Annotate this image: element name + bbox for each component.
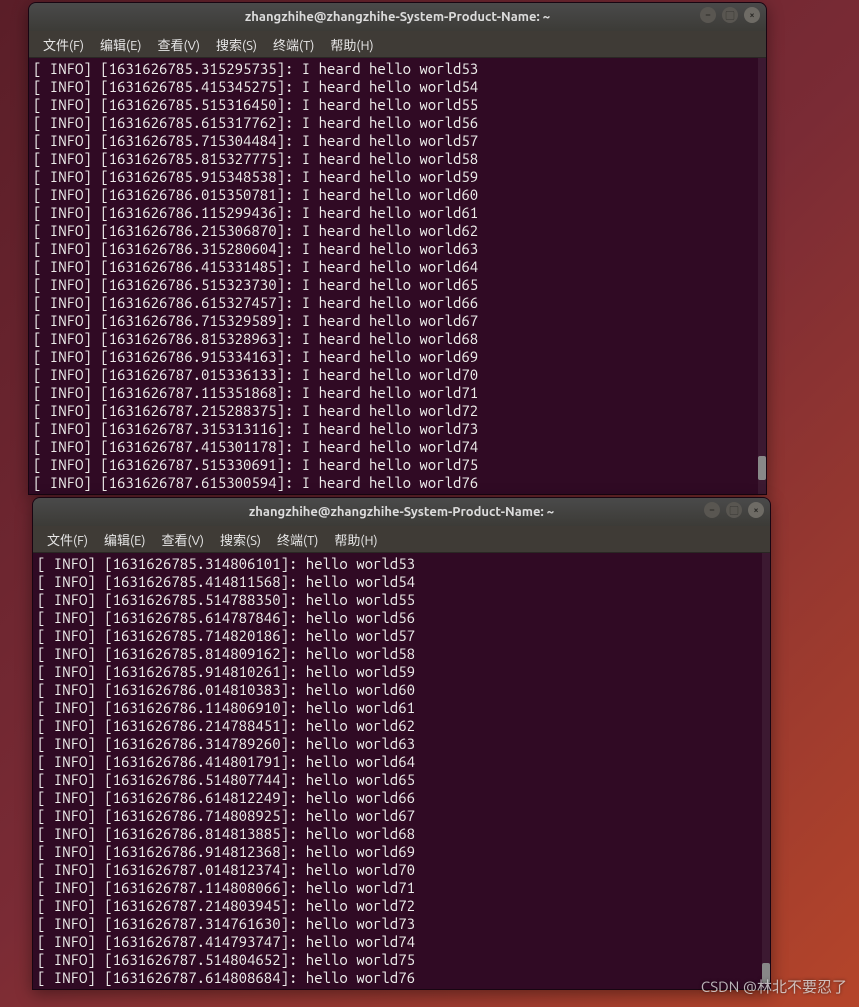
log-line: [ INFO] [1631626787.214803945]: hello wo… (37, 897, 766, 915)
titlebar[interactable]: zhangzhihe@zhangzhihe-System-Product-Nam… (29, 3, 766, 31)
log-line: [ INFO] [1631626787.014812374]: hello wo… (37, 861, 766, 879)
log-line: [ INFO] [1631626787.314761630]: hello wo… (37, 915, 766, 933)
log-line: [ INFO] [1631626787.114808066]: hello wo… (37, 879, 766, 897)
menu-edit[interactable]: 编辑(E) (92, 33, 149, 56)
log-line: [ INFO] [1631626786.115299436]: I heard … (33, 204, 762, 222)
close-button[interactable]: × (744, 7, 760, 23)
scrollbar-thumb[interactable] (762, 963, 770, 983)
log-line: [ INFO] [1631626785.614787846]: hello wo… (37, 609, 766, 627)
log-line: [ INFO] [1631626785.714820186]: hello wo… (37, 627, 766, 645)
log-line: [ INFO] [1631626787.614808684]: hello wo… (37, 969, 766, 987)
menu-file[interactable]: 文件(F) (35, 33, 92, 56)
log-line: [ INFO] [1631626785.415345275]: I heard … (33, 78, 762, 96)
log-line: [ INFO] [1631626787.515330691]: I heard … (33, 456, 762, 474)
menu-search[interactable]: 搜索(S) (208, 33, 265, 56)
log-line: [ INFO] [1631626786.815328963]: I heard … (33, 330, 762, 348)
log-line: [ INFO] [1631626785.514788350]: hello wo… (37, 591, 766, 609)
log-line: [ INFO] [1631626786.514807744]: hello wo… (37, 771, 766, 789)
close-button[interactable]: × (748, 502, 764, 518)
log-line: [ INFO] [1631626786.215306870]: I heard … (33, 222, 762, 240)
log-line: [ INFO] [1631626787.514804652]: hello wo… (37, 951, 766, 969)
window-controls: – ▢ × (700, 7, 760, 23)
log-line: [ INFO] [1631626786.315280604]: I heard … (33, 240, 762, 258)
log-line: [ INFO] [1631626787.215288375]: I heard … (33, 402, 762, 420)
log-line: [ INFO] [1631626786.314789260]: hello wo… (37, 735, 766, 753)
window-title: zhangzhihe@zhangzhihe-System-Product-Nam… (249, 505, 554, 519)
minimize-button[interactable]: – (704, 502, 720, 518)
log-line: [ INFO] [1631626786.415331485]: I heard … (33, 258, 762, 276)
scrollbar[interactable] (758, 58, 766, 494)
terminal-window-talker: zhangzhihe@zhangzhihe-System-Product-Nam… (32, 497, 771, 990)
menu-terminal[interactable]: 终端(T) (269, 528, 326, 551)
menubar: 文件(F) 编辑(E) 查看(V) 搜索(S) 终端(T) 帮助(H) (33, 526, 770, 553)
log-line: [ INFO] [1631626785.314806101]: hello wo… (37, 555, 766, 573)
log-line: [ INFO] [1631626786.615327457]: I heard … (33, 294, 762, 312)
window-title: zhangzhihe@zhangzhihe-System-Product-Nam… (245, 10, 550, 24)
log-line: [ INFO] [1631626787.015336133]: I heard … (33, 366, 762, 384)
desktop: zhangzhihe@zhangzhihe-System-Product-Nam… (0, 0, 859, 1007)
scrollbar[interactable] (762, 553, 770, 989)
log-line: [ INFO] [1631626787.315313116]: I heard … (33, 420, 762, 438)
log-line: [ INFO] [1631626786.114806910]: hello wo… (37, 699, 766, 717)
window-controls: – ▢ × (704, 502, 764, 518)
log-line: [ INFO] [1631626786.714808925]: hello wo… (37, 807, 766, 825)
terminal-output[interactable]: [ INFO] [1631626785.315295735]: I heard … (29, 58, 766, 494)
log-line: [ INFO] [1631626786.715329589]: I heard … (33, 312, 762, 330)
log-line: [ INFO] [1631626785.615317762]: I heard … (33, 114, 762, 132)
log-line: [ INFO] [1631626785.914810261]: hello wo… (37, 663, 766, 681)
menu-search[interactable]: 搜索(S) (212, 528, 269, 551)
log-line: [ INFO] [1631626787.415301178]: I heard … (33, 438, 762, 456)
log-line: [ INFO] [1631626787.115351868]: I heard … (33, 384, 762, 402)
menu-help[interactable]: 帮助(H) (326, 528, 385, 551)
menu-edit[interactable]: 编辑(E) (96, 528, 153, 551)
log-line: [ INFO] [1631626786.014810383]: hello wo… (37, 681, 766, 699)
log-line: [ INFO] [1631626786.515323730]: I heard … (33, 276, 762, 294)
log-line: [ INFO] [1631626785.515316450]: I heard … (33, 96, 762, 114)
menubar: 文件(F) 编辑(E) 查看(V) 搜索(S) 终端(T) 帮助(H) (29, 31, 766, 58)
log-line: [ INFO] [1631626786.814813885]: hello wo… (37, 825, 766, 843)
scrollbar-thumb[interactable] (758, 456, 766, 480)
log-line: [ INFO] [1631626787.414793747]: hello wo… (37, 933, 766, 951)
log-line: [ INFO] [1631626785.915348538]: I heard … (33, 168, 762, 186)
log-line: [ INFO] [1631626786.414801791]: hello wo… (37, 753, 766, 771)
log-line: [ INFO] [1631626786.614812249]: hello wo… (37, 789, 766, 807)
maximize-button[interactable]: ▢ (726, 502, 742, 518)
terminal-output[interactable]: [ INFO] [1631626785.314806101]: hello wo… (33, 553, 770, 989)
log-line: [ INFO] [1631626786.914812368]: hello wo… (37, 843, 766, 861)
log-line: [ INFO] [1631626785.414811568]: hello wo… (37, 573, 766, 591)
log-line: [ INFO] [1631626787.615300594]: I heard … (33, 474, 762, 492)
terminal-window-listener: zhangzhihe@zhangzhihe-System-Product-Nam… (28, 2, 767, 495)
log-line: [ INFO] [1631626785.814809162]: hello wo… (37, 645, 766, 663)
log-line: [ INFO] [1631626786.015350781]: I heard … (33, 186, 762, 204)
menu-help[interactable]: 帮助(H) (322, 33, 381, 56)
menu-file[interactable]: 文件(F) (39, 528, 96, 551)
log-line: [ INFO] [1631626785.315295735]: I heard … (33, 60, 762, 78)
log-line: [ INFO] [1631626786.915334163]: I heard … (33, 348, 762, 366)
log-line: [ INFO] [1631626785.715304484]: I heard … (33, 132, 762, 150)
log-line: [ INFO] [1631626785.815327775]: I heard … (33, 150, 762, 168)
menu-view[interactable]: 查看(V) (150, 33, 208, 56)
menu-view[interactable]: 查看(V) (154, 528, 212, 551)
maximize-button[interactable]: ▢ (722, 7, 738, 23)
titlebar[interactable]: zhangzhihe@zhangzhihe-System-Product-Nam… (33, 498, 770, 526)
minimize-button[interactable]: – (700, 7, 716, 23)
log-line: [ INFO] [1631626786.214788451]: hello wo… (37, 717, 766, 735)
menu-terminal[interactable]: 终端(T) (265, 33, 322, 56)
